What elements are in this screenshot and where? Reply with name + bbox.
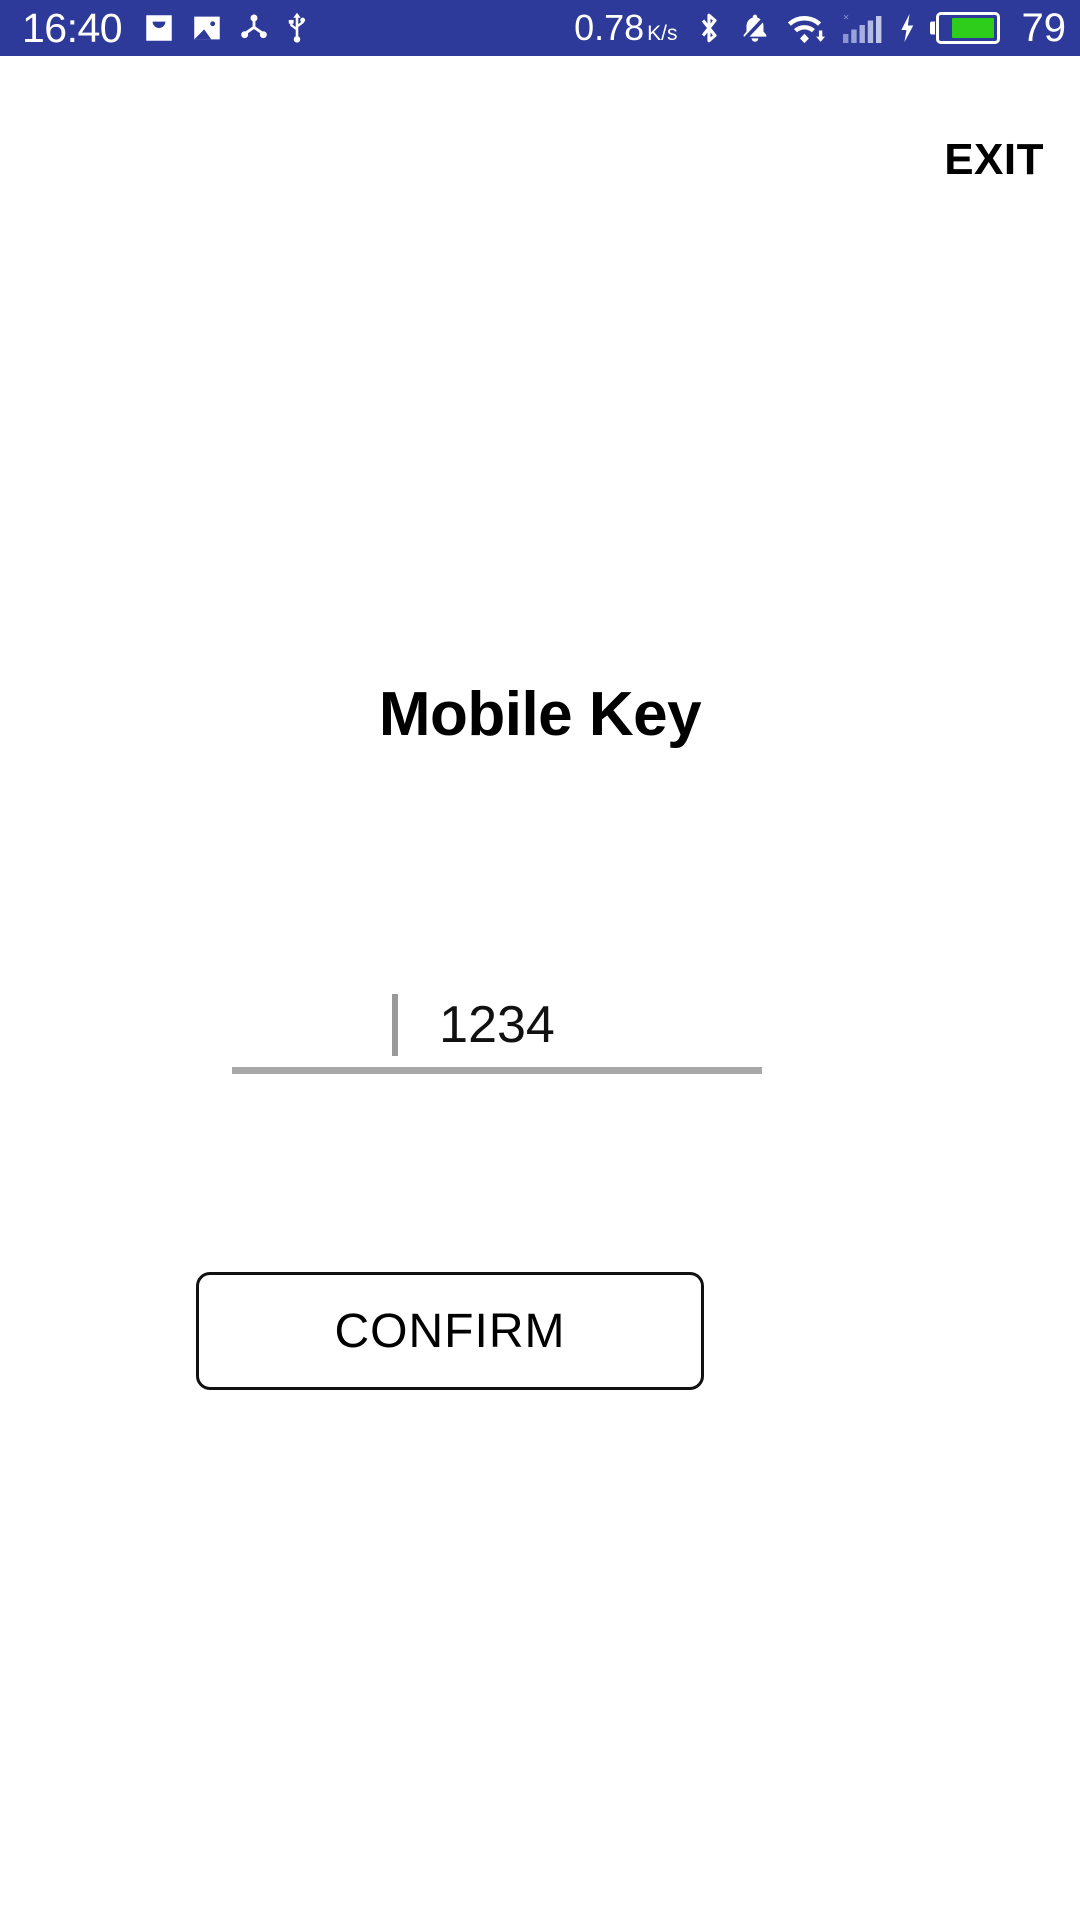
status-clock: 16:40 [22,4,123,51]
svg-text:×: × [843,12,849,24]
share-icon [238,11,270,45]
bell-muted-icon [738,11,772,45]
app-content: EXIT Mobile Key CONFIRM [0,56,1080,1920]
battery-fill [952,18,994,38]
bluetooth-icon [694,10,724,46]
input-underline [232,1067,762,1074]
inbox-icon [142,11,176,45]
exit-button[interactable]: EXIT [936,134,1052,186]
battery-icon [935,12,1000,44]
image-icon [190,11,224,45]
mobile-key-input-container[interactable] [232,986,762,1074]
mobile-key-input[interactable] [232,986,762,1064]
confirm-button[interactable]: CONFIRM [196,1272,704,1390]
wifi-download-icon [786,11,826,45]
network-speed-value: 0.78 [574,7,645,48]
usb-icon [284,11,310,45]
signal-bars-icon: × [840,10,882,46]
status-bar: 16:40 0.78 K/s × 79 [0,0,1080,56]
network-speed: 0.78 K/s [574,10,677,46]
text-caret [392,994,398,1056]
charging-bolt-icon [896,11,918,45]
battery-percent-label: 79 [1021,6,1067,50]
page-title: Mobile Key [378,680,702,749]
network-speed-unit: K/s [647,22,678,45]
